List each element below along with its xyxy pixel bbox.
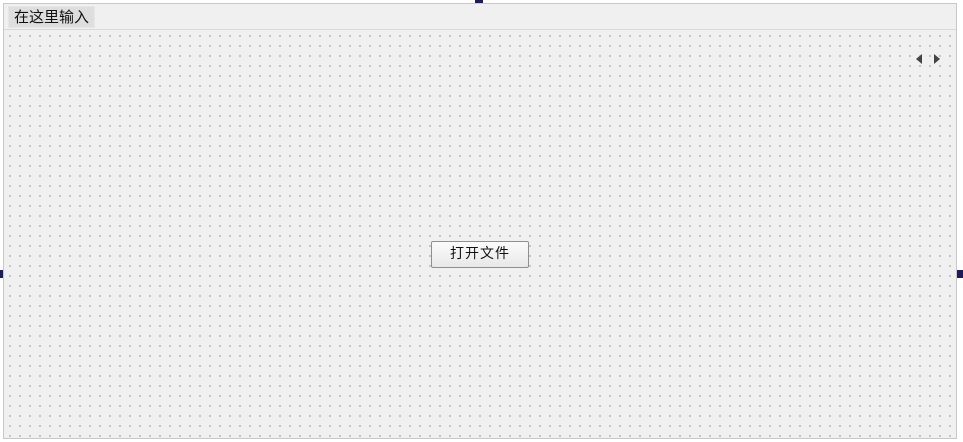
designer-grid-canvas[interactable]: 打开文件	[4, 30, 956, 438]
arrow-left-icon[interactable]	[916, 54, 922, 64]
selection-handle-top[interactable]	[475, 0, 483, 3]
selection-handle-left[interactable]	[0, 270, 3, 278]
open-file-button[interactable]: 打开文件	[431, 241, 529, 268]
designer-form: 在这里输入 打开文件	[3, 3, 957, 439]
menu-type-here-item[interactable]: 在这里输入	[8, 6, 96, 28]
arrow-right-icon[interactable]	[934, 54, 940, 64]
menu-bar: 在这里输入	[4, 4, 956, 30]
selection-handle-right[interactable]	[957, 270, 963, 278]
tab-scroll-buttons	[912, 52, 944, 66]
